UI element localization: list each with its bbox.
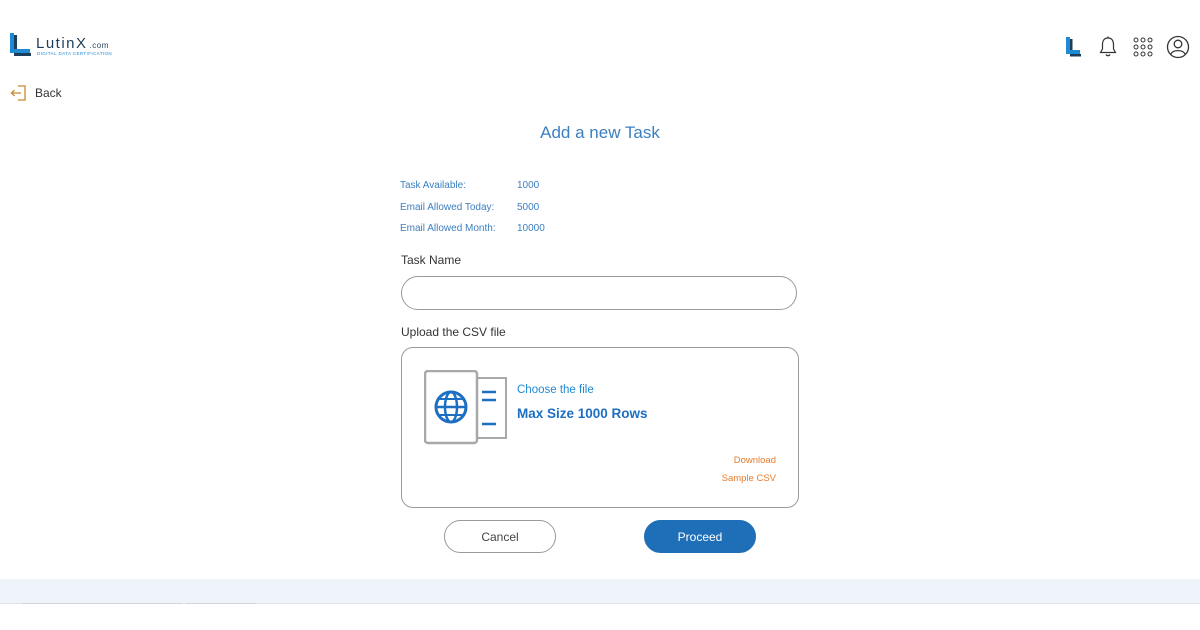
task-name-label: Task Name (401, 253, 462, 267)
page-title: Add a new Task (540, 123, 660, 142)
download-sample-csv-link[interactable]: Download Sample CSV (722, 452, 776, 488)
csv-upload-dropzone[interactable]: Choose the file Max Size 1000 Rows Downl… (401, 347, 799, 508)
stat-task-available: Task Available: 1000 (400, 175, 700, 197)
apps-grid-icon[interactable] (1131, 35, 1155, 59)
stat-email-allowed-month: Email Allowed Month: 10000 (400, 218, 700, 240)
choose-file-text: Choose the file (517, 384, 594, 396)
logo-tagline: DIGITAL DATA CERTIFICATION (37, 51, 113, 56)
lutinx-logo-icon[interactable] (1061, 35, 1085, 59)
cancel-button[interactable]: Cancel (444, 520, 556, 553)
lutinx-logo[interactable]: LutinX .com DIGITAL DATA CERTIFICATION (9, 33, 149, 59)
quota-stats: Task Available: 1000 Email Allowed Today… (400, 175, 700, 240)
stat-value: 5000 (517, 201, 540, 213)
csv-upload-label: Upload the CSV file (401, 325, 506, 339)
footer-divider-segment (22, 603, 182, 604)
header-icons (1061, 34, 1190, 60)
footer-band (0, 579, 1200, 603)
stat-label: Task Available: (400, 180, 466, 192)
bell-icon[interactable] (1096, 35, 1120, 59)
footer-divider-segment (186, 603, 256, 604)
logo-text: LutinX .com (36, 35, 109, 52)
download-line-1: Download (733, 455, 776, 466)
stat-value: 10000 (517, 223, 545, 235)
back-arrow-icon (10, 85, 26, 101)
file-globe-icon (424, 370, 507, 445)
task-name-input[interactable] (401, 276, 797, 310)
stat-email-allowed-today: Email Allowed Today: 5000 (400, 197, 700, 219)
back-label: Back (35, 86, 62, 100)
lutinx-logo-mark-icon (10, 33, 31, 56)
user-avatar-icon[interactable] (1166, 35, 1190, 59)
logo-domain: .com (89, 41, 109, 50)
stat-label: Email Allowed Today: (400, 201, 495, 213)
max-size-text: Max Size 1000 Rows (517, 406, 648, 421)
stat-label: Email Allowed Month: (400, 223, 496, 235)
download-line-2: Sample CSV (721, 473, 776, 484)
back-link[interactable]: Back (10, 85, 62, 101)
proceed-button[interactable]: Proceed (644, 520, 756, 553)
stat-value: 1000 (517, 180, 540, 192)
